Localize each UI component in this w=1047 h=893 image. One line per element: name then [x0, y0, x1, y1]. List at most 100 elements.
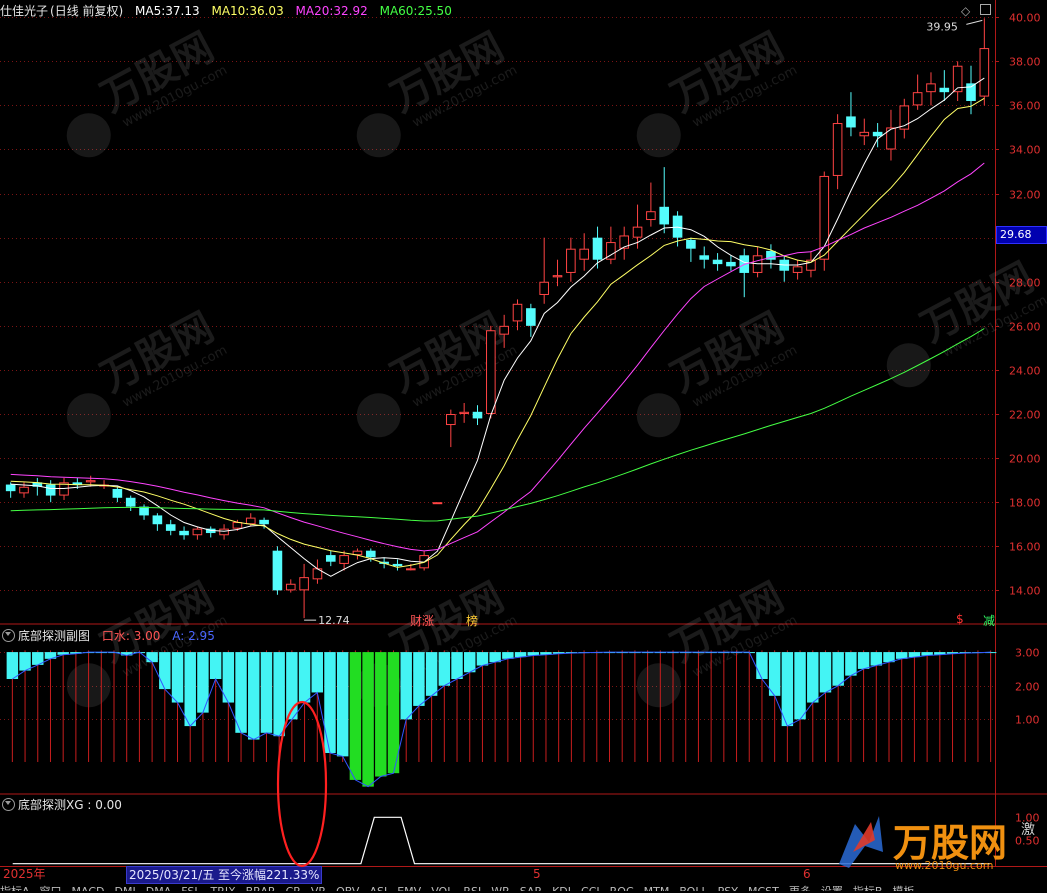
watermark-stamp: 万股网www.2010gu.com	[66, 24, 230, 158]
candle-body	[726, 261, 736, 267]
indicator-tab[interactable]: DMI	[115, 885, 136, 891]
candle	[686, 237, 696, 262]
ma5-label: MA5:	[135, 4, 166, 18]
diamond-icon[interactable]: ◇	[961, 4, 970, 18]
indicator-tab[interactable]: RSI	[463, 885, 481, 891]
indicator-tab[interactable]: 更多	[789, 885, 811, 891]
candle	[579, 233, 589, 271]
candle	[952, 61, 963, 101]
chart-period[interactable]: (日线 前复权)	[50, 4, 123, 18]
indicator-tab[interactable]: 窗口	[40, 885, 62, 891]
candle	[819, 171, 830, 271]
candle-body	[859, 131, 870, 137]
watermark-mascot-icon	[636, 393, 681, 438]
watermark-mascot-icon	[356, 113, 401, 158]
indicator-tab[interactable]: MACD	[72, 885, 105, 891]
watermark-mascot-icon	[66, 113, 111, 158]
candle	[739, 248, 750, 298]
candle-body	[45, 484, 56, 496]
indicator-tab[interactable]: 指标A	[0, 885, 30, 891]
candle	[152, 513, 163, 531]
price-tick-label: 24.00	[1009, 365, 1041, 378]
sub1-bar	[184, 652, 196, 727]
indicator-tab[interactable]: KDJ	[552, 885, 571, 891]
event-tag-caizhang[interactable]: 财涨	[410, 612, 434, 629]
candle-body	[846, 116, 856, 128]
indicator-tab[interactable]: 模板	[892, 885, 914, 891]
price-tick-label: 14.00	[1009, 585, 1041, 598]
price-tick-label: 34.00	[1009, 144, 1041, 157]
watermark-mascot-icon	[356, 393, 401, 438]
indicator-tab[interactable]: CR	[286, 885, 301, 891]
event-tag-jian[interactable]: 减	[983, 612, 995, 629]
sub1-tick-label: 2.00	[1015, 681, 1040, 694]
watermark-side: 激	[1021, 821, 1035, 838]
sub1-bar	[209, 652, 222, 679]
candle-body	[579, 248, 589, 260]
candle	[325, 550, 336, 567]
candle	[112, 486, 123, 503]
candle-body	[939, 87, 950, 93]
indicator-tab[interactable]: MTM	[644, 885, 670, 891]
indicator-tab[interactable]: 指标B	[853, 885, 883, 891]
indicator-tab[interactable]: FSL	[181, 885, 200, 891]
indicator-tab[interactable]: BRAR	[246, 885, 276, 891]
ma10-indicator: MA10:36.03	[211, 4, 283, 18]
indicator-tab[interactable]: DMA	[146, 885, 172, 891]
candle-body	[792, 266, 803, 273]
indicator-tab[interactable]: WR	[491, 885, 510, 891]
price-tick-label: 36.00	[1009, 100, 1041, 113]
candle	[205, 526, 216, 538]
sub1-bar	[362, 652, 374, 787]
sub1-bar	[781, 652, 794, 727]
indicator-tab[interactable]: OBV	[336, 885, 359, 891]
indicator-tab[interactable]: ROC	[610, 885, 634, 891]
sub1-bar	[120, 652, 133, 656]
collapse-icon[interactable]	[2, 629, 15, 642]
candle	[392, 559, 403, 571]
candle-body	[659, 206, 670, 225]
indicator-tab[interactable]: 设置	[821, 885, 843, 891]
kline-chart-canvas[interactable]: 万股网www.2010gu.com 万股网www.2010gu.com 万股网www…	[0, 0, 1047, 890]
cursor-date-readout: 2025/03/21/五 至今涨幅221.33%	[126, 866, 323, 884]
main-chart-header: 仕佳光子 (日线 前复权) MA5:37.13 MA10:36.03 MA20:3…	[0, 1, 460, 21]
candle-body	[646, 211, 656, 221]
indicator-tab[interactable]: PSY	[718, 885, 738, 891]
sub1-title[interactable]: 底部探测副图	[18, 629, 90, 643]
stock-name[interactable]: 仕佳光子	[0, 4, 48, 18]
sub1-bar	[286, 652, 298, 720]
collapse-icon[interactable]	[2, 798, 15, 811]
candle-body	[125, 497, 136, 507]
kline-chart-window[interactable]: 万股网 www.2010gu.com 万股网 www.2010gu.com 万股网 www…	[0, 0, 1047, 891]
watermark-mascot-icon	[636, 663, 681, 708]
indicator-tab[interactable]: ASI	[369, 885, 387, 891]
candle	[872, 123, 883, 148]
candle-body	[192, 528, 203, 536]
low-price-label: 12.74	[318, 614, 350, 627]
candle-body	[712, 259, 723, 265]
indicator-tab[interactable]: SAR	[520, 885, 542, 891]
sub1-bar	[756, 652, 768, 679]
indicator-tab[interactable]: CCI	[581, 885, 600, 891]
event-tag-dollar[interactable]: $	[956, 612, 964, 626]
candle	[899, 98, 910, 139]
ma60-value: 25.50	[417, 4, 452, 18]
indicator-tab[interactable]: MCST	[748, 885, 779, 891]
indicator-tab[interactable]: VR	[311, 885, 326, 891]
indicator-tab[interactable]: BOLL	[679, 885, 707, 891]
sub1-bar	[197, 652, 209, 713]
sub1-bar	[768, 652, 781, 696]
candle	[539, 237, 549, 304]
sub1-legend-a: A: 2.95	[172, 629, 215, 643]
ma5-value: 37.13	[165, 4, 200, 18]
sub2-title[interactable]: 底部探测XG : 0.00	[18, 798, 122, 812]
indicator-tab[interactable]: TRIX	[210, 885, 235, 891]
indicator-tab[interactable]: VOL	[431, 885, 453, 891]
watermark-mascot-icon	[636, 113, 681, 158]
watermark-stamp: 万股网www.2010gu.com	[356, 304, 520, 438]
event-tag-bang[interactable]: 榜	[466, 612, 478, 629]
sub1-bar	[298, 652, 311, 703]
price-tick-label: 20.00	[1009, 453, 1041, 466]
indicator-tab[interactable]: EMV	[397, 885, 421, 891]
minimize-icon[interactable]	[980, 4, 992, 15]
